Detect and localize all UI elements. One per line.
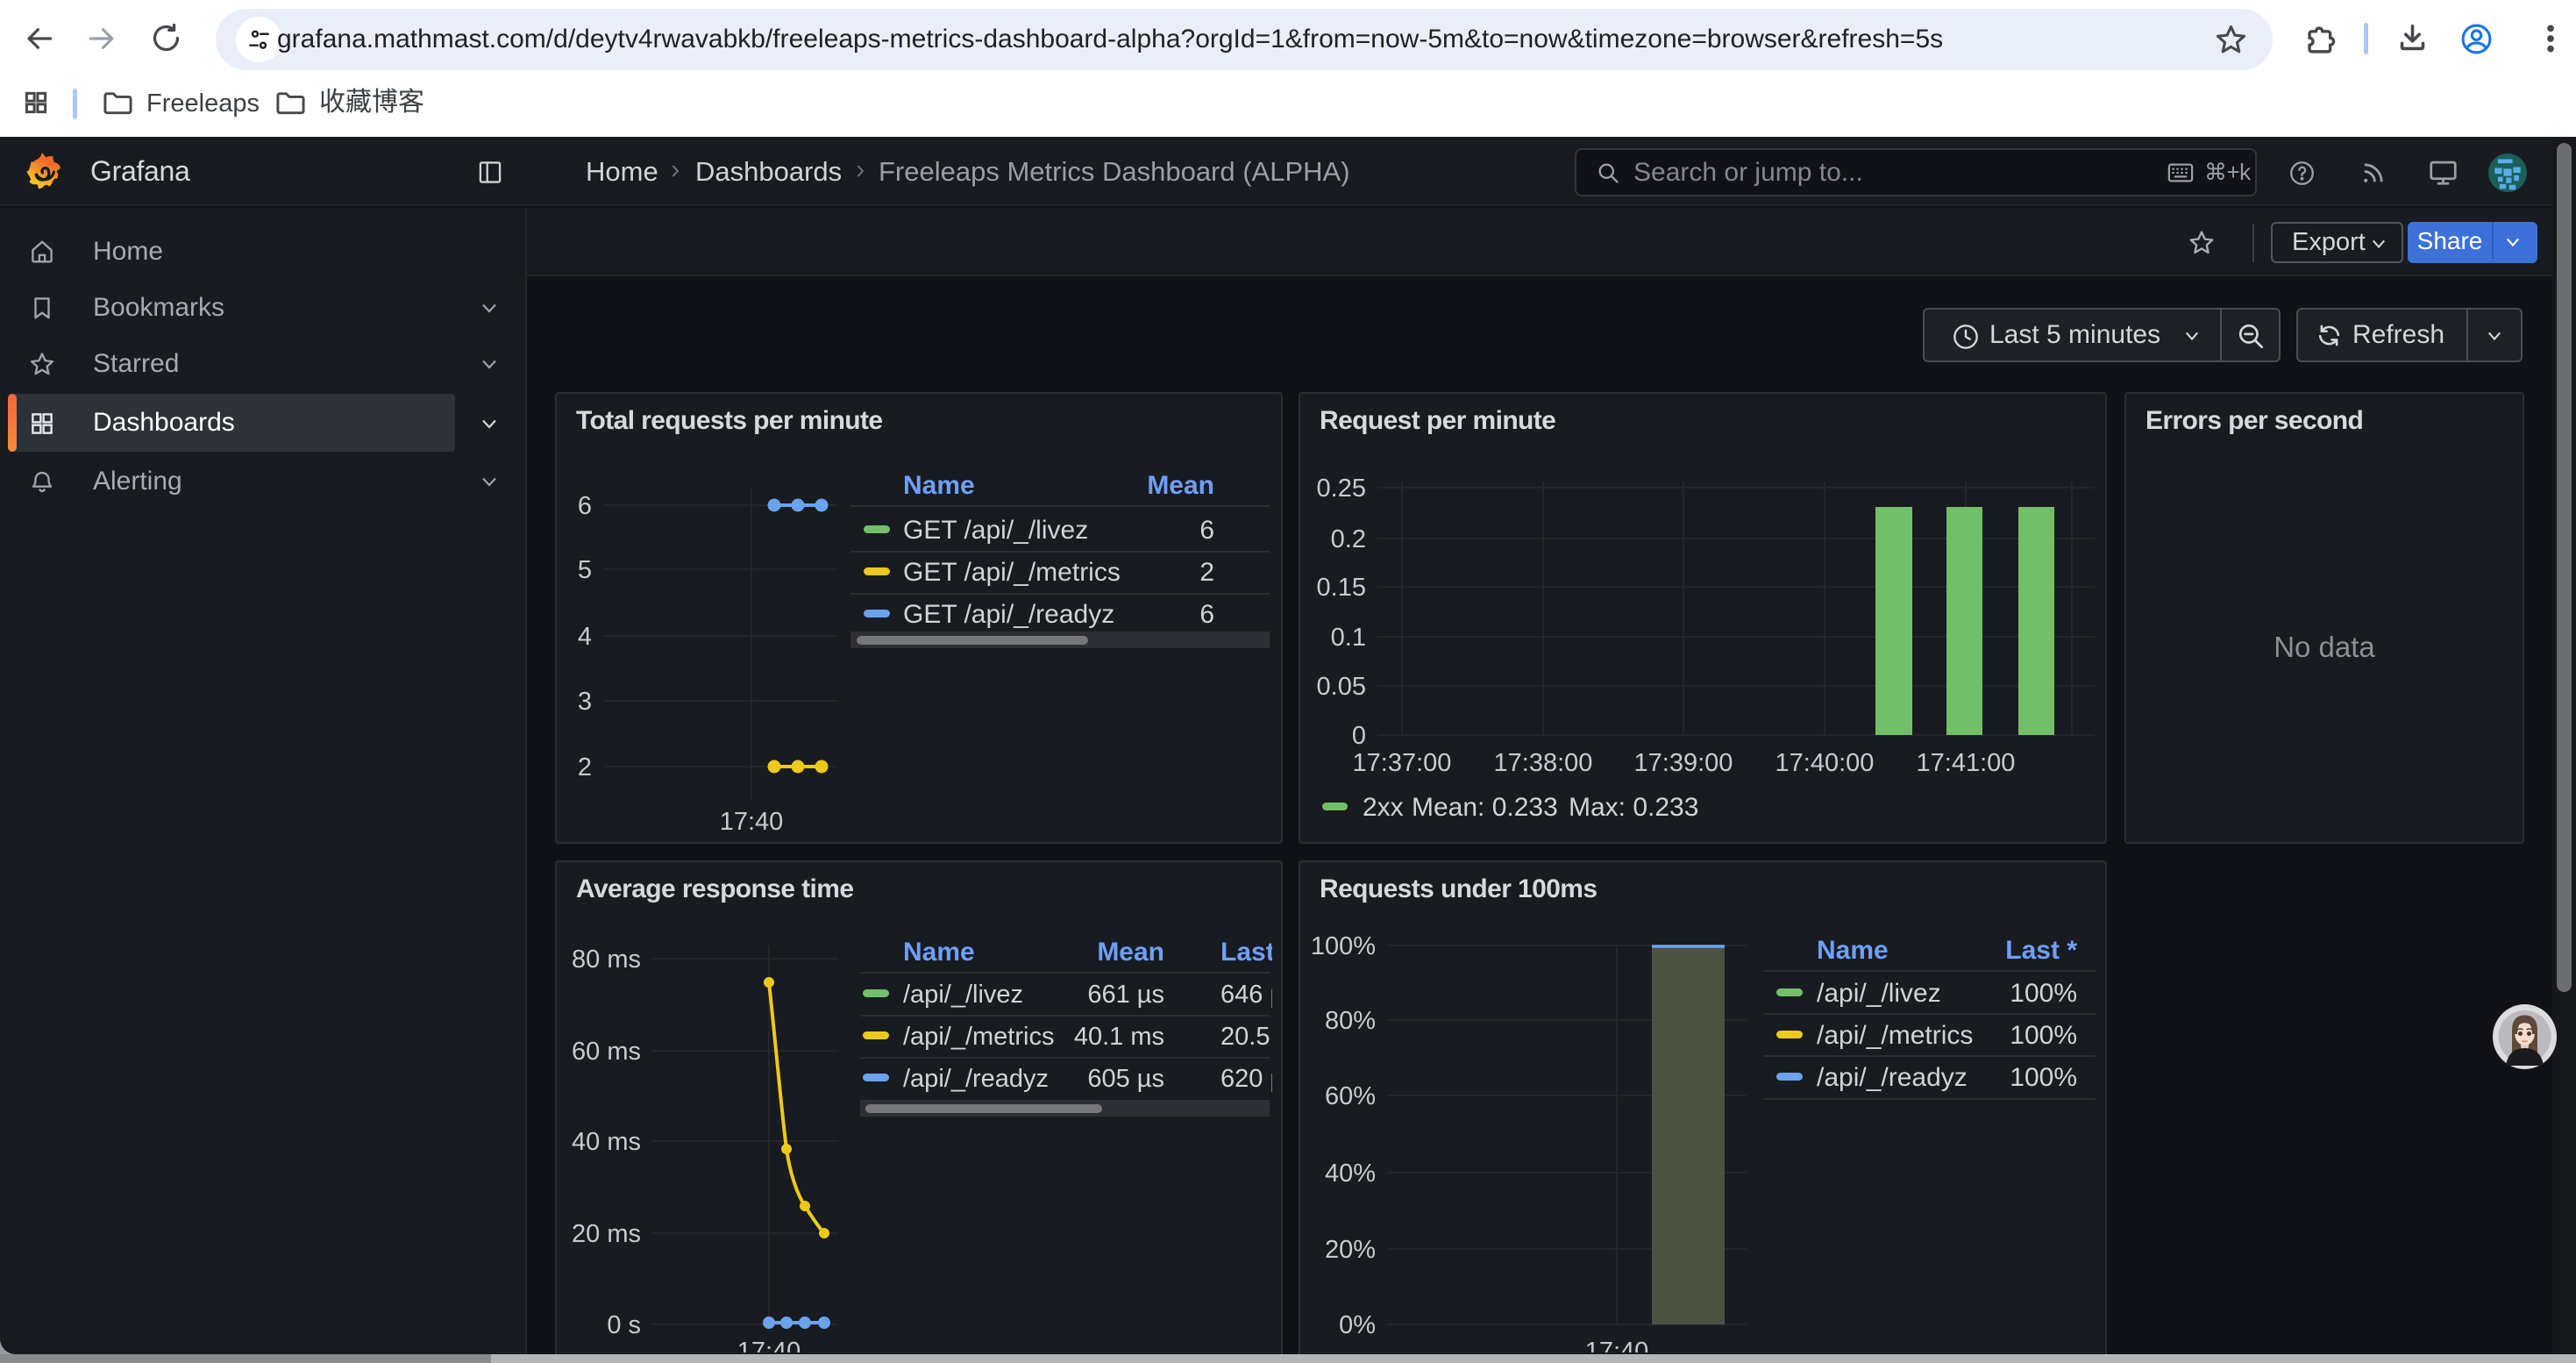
svg-text:0.25: 0.25	[1317, 475, 1366, 503]
svg-text:100%: 100%	[1311, 932, 1376, 960]
svg-text:GET /api/_/livez: GET /api/_/livez	[903, 516, 1088, 545]
svg-text:/api/_/metrics: /api/_/metrics	[1817, 1021, 1973, 1050]
svg-text:6: 6	[578, 492, 592, 520]
svg-text:0.2: 0.2	[1331, 525, 1366, 553]
svg-text:40%: 40%	[1325, 1160, 1376, 1188]
svg-text:20%: 20%	[1325, 1236, 1376, 1264]
svg-text:80 ms: 80 ms	[572, 946, 641, 974]
svg-text:2: 2	[578, 753, 592, 781]
svg-text:0.15: 0.15	[1317, 574, 1366, 602]
svg-text:17:38:00: 17:38:00	[1494, 749, 1593, 777]
svg-text:100%: 100%	[2010, 1063, 2077, 1092]
svg-text:5: 5	[578, 556, 592, 584]
svg-text:Mean: Mean	[1147, 471, 1214, 500]
svg-text:605 µs: 605 µs	[1087, 1065, 1164, 1093]
svg-text:60%: 60%	[1325, 1082, 1376, 1110]
svg-text:620 µs: 620 µs	[1220, 1065, 1281, 1093]
svg-text:6: 6	[1199, 600, 1214, 629]
svg-text:Name: Name	[903, 471, 975, 500]
svg-text:6: 6	[1199, 516, 1214, 545]
svg-text:Last *: Last *	[2005, 936, 2077, 965]
svg-text:3: 3	[578, 688, 592, 716]
svg-text:20.5 ms: 20.5 ms	[1220, 1023, 1281, 1051]
svg-text:646 µs: 646 µs	[1220, 981, 1281, 1009]
svg-text:2xx: 2xx	[1363, 793, 1404, 822]
svg-text:60 ms: 60 ms	[572, 1038, 641, 1066]
svg-text:17:39:00: 17:39:00	[1634, 749, 1733, 777]
svg-text:4: 4	[578, 623, 592, 651]
svg-text:17:40: 17:40	[1585, 1338, 1649, 1352]
svg-text:661 µs: 661 µs	[1087, 981, 1164, 1009]
svg-text:0 s: 0 s	[607, 1311, 641, 1339]
svg-text:17:40: 17:40	[720, 808, 784, 836]
svg-text:0: 0	[1352, 722, 1366, 750]
svg-text:/api/_/readyz: /api/_/readyz	[903, 1065, 1049, 1093]
svg-text:40 ms: 40 ms	[572, 1128, 641, 1156]
svg-text:GET /api/_/readyz: GET /api/_/readyz	[903, 600, 1114, 629]
svg-text:Mean: Mean	[1097, 938, 1164, 967]
svg-text:20 ms: 20 ms	[572, 1220, 641, 1248]
svg-text:0%: 0%	[1339, 1311, 1376, 1339]
svg-text:/api/_/livez: /api/_/livez	[1817, 979, 1941, 1008]
svg-text:40.1 ms: 40.1 ms	[1074, 1023, 1164, 1051]
svg-text:Max: 0.233: Max: 0.233	[1569, 793, 1698, 822]
svg-text:Mean: 0.233: Mean: 0.233	[1412, 793, 1558, 822]
svg-text:17:40:00: 17:40:00	[1775, 749, 1875, 777]
svg-text:0.1: 0.1	[1331, 624, 1366, 652]
svg-text:100%: 100%	[2010, 979, 2077, 1008]
svg-text:17:40: 17:40	[737, 1338, 801, 1352]
svg-text:2: 2	[1199, 558, 1214, 587]
svg-text:100%: 100%	[2010, 1021, 2077, 1050]
svg-text:/api/_/livez: /api/_/livez	[903, 981, 1023, 1009]
svg-text:GET /api/_/metrics: GET /api/_/metrics	[903, 558, 1121, 587]
svg-text:Name: Name	[903, 938, 975, 967]
svg-text:0.05: 0.05	[1317, 673, 1366, 701]
svg-text:17:37:00: 17:37:00	[1353, 749, 1452, 777]
svg-text:Last *: Last *	[1220, 938, 1281, 967]
svg-text:/api/_/readyz: /api/_/readyz	[1817, 1063, 1968, 1092]
svg-text:/api/_/metrics: /api/_/metrics	[903, 1023, 1054, 1051]
svg-text:80%: 80%	[1325, 1007, 1376, 1035]
svg-text:Name: Name	[1817, 936, 1889, 965]
svg-text:17:41:00: 17:41:00	[1917, 749, 2016, 777]
